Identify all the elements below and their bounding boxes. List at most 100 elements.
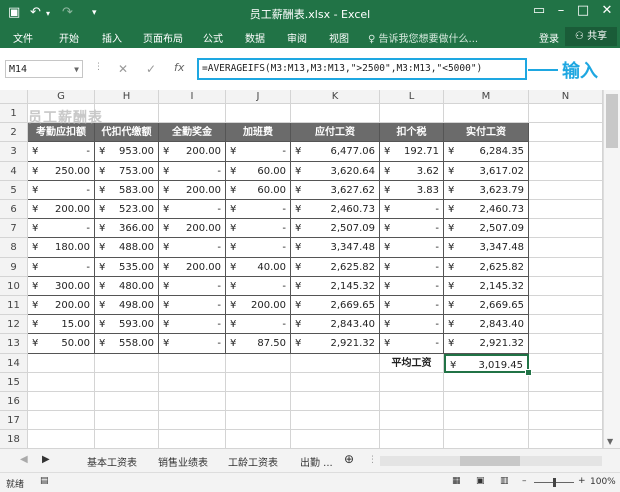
scroll-tabs-right-icon[interactable]: ▶ <box>42 454 50 465</box>
data-cell[interactable]: ¥535.00 <box>95 257 159 277</box>
data-cell[interactable]: ¥3.83 <box>380 180 444 200</box>
cell-m15[interactable] <box>444 372 529 392</box>
sheet-tab-sales[interactable]: 销售业绩表 <box>158 454 208 469</box>
data-cell[interactable]: ¥300.00 <box>28 276 95 296</box>
row-header-2[interactable]: 2 <box>0 123 28 143</box>
data-cell[interactable]: ¥15.00 <box>28 315 95 335</box>
cell-n7[interactable] <box>529 219 603 239</box>
row-header-9[interactable]: 9 <box>0 257 28 277</box>
data-cell[interactable]: ¥2,843.40 <box>444 315 529 335</box>
data-cell[interactable]: ¥ - <box>380 334 444 354</box>
data-cell[interactable]: ¥3,347.48 <box>444 238 529 258</box>
data-cell[interactable]: ¥2,625.82 <box>291 257 380 277</box>
data-cell[interactable]: ¥192.71 <box>380 142 444 162</box>
data-cell[interactable]: ¥ - <box>159 315 226 335</box>
data-cell[interactable]: ¥6,477.06 <box>291 142 380 162</box>
data-cell[interactable]: ¥ - <box>380 219 444 239</box>
zoom-level[interactable]: 100% <box>590 477 616 487</box>
data-cell[interactable]: ¥2,921.32 <box>291 334 380 354</box>
data-cell[interactable]: ¥2,145.32 <box>291 276 380 296</box>
row-header-6[interactable]: 6 <box>0 200 28 220</box>
cancel-icon[interactable]: ✕ <box>118 62 128 76</box>
data-cell[interactable]: ¥ - <box>159 200 226 220</box>
cell-h17[interactable] <box>95 411 159 431</box>
column-header-n[interactable]: N <box>529 90 603 104</box>
data-cell[interactable]: ¥366.00 <box>95 219 159 239</box>
row-header-11[interactable]: 11 <box>0 296 28 316</box>
cell-n13[interactable] <box>529 334 603 354</box>
normal-view-icon[interactable]: ▦ <box>452 476 461 486</box>
data-cell[interactable]: ¥498.00 <box>95 296 159 316</box>
data-cell[interactable]: ¥2,507.09 <box>291 219 380 239</box>
data-cell[interactable]: ¥ - <box>226 219 291 239</box>
cell-n16[interactable] <box>529 392 603 412</box>
data-cell[interactable]: ¥ - <box>380 257 444 277</box>
data-cell[interactable]: ¥200.00 <box>28 200 95 220</box>
close-icon[interactable]: ✕ <box>596 3 618 21</box>
tab-file[interactable]: 文件 <box>13 30 33 45</box>
data-cell[interactable]: ¥523.00 <box>95 200 159 220</box>
header-cell[interactable]: 代扣代缴额 <box>95 123 159 143</box>
cell-j15[interactable] <box>226 372 291 392</box>
data-cell[interactable]: ¥60.00 <box>226 180 291 200</box>
data-cell[interactable]: ¥200.00 <box>159 180 226 200</box>
row-header-13[interactable]: 13 <box>0 334 28 354</box>
data-cell[interactable]: ¥ - <box>159 161 226 181</box>
ribbon-options-icon[interactable]: ▭ <box>528 3 550 21</box>
cell-m1[interactable] <box>444 104 529 124</box>
header-cell[interactable]: 实付工资 <box>444 123 529 143</box>
cell-m16[interactable] <box>444 392 529 412</box>
cell-k17[interactable] <box>291 411 380 431</box>
fill-handle[interactable] <box>525 368 532 376</box>
row-header-18[interactable]: 18 <box>0 430 28 450</box>
cell-l18[interactable] <box>380 430 444 450</box>
data-cell[interactable]: ¥3.62 <box>380 161 444 181</box>
header-cell[interactable]: 加班费 <box>226 123 291 143</box>
data-cell[interactable]: ¥953.00 <box>95 142 159 162</box>
cell-j14[interactable] <box>226 353 291 373</box>
data-cell[interactable]: ¥200.00 <box>159 142 226 162</box>
data-cell[interactable]: ¥480.00 <box>95 276 159 296</box>
zoom-slider-thumb[interactable] <box>553 478 556 487</box>
cell-k14[interactable] <box>291 353 380 373</box>
tab-split-handle-icon[interactable]: ⋮ <box>368 455 377 465</box>
cell-k1[interactable] <box>291 104 380 124</box>
data-cell[interactable]: ¥488.00 <box>95 238 159 258</box>
share-button[interactable]: ⚇ 共享 <box>565 27 617 46</box>
data-cell[interactable]: ¥3,623.79 <box>444 180 529 200</box>
data-cell[interactable]: ¥2,921.32 <box>444 334 529 354</box>
tab-formulas[interactable]: 公式 <box>203 30 223 45</box>
tab-view[interactable]: 视图 <box>329 30 349 45</box>
tab-home[interactable]: 开始 <box>59 30 79 45</box>
data-cell[interactable]: ¥ - <box>159 334 226 354</box>
row-header-5[interactable]: 5 <box>0 180 28 200</box>
tab-review[interactable]: 审阅 <box>287 30 307 45</box>
cell-n10[interactable] <box>529 276 603 296</box>
data-cell[interactable]: ¥ - <box>159 238 226 258</box>
data-cell[interactable]: ¥3,347.48 <box>291 238 380 258</box>
cell-h16[interactable] <box>95 392 159 412</box>
scrollbar-thumb[interactable] <box>606 94 618 148</box>
data-cell[interactable]: ¥2,669.65 <box>444 296 529 316</box>
sheet-tab-basic-salary[interactable]: 基本工资表 <box>87 454 137 469</box>
zoom-in-icon[interactable]: + <box>578 476 586 486</box>
name-box[interactable]: M14 ▼ <box>5 60 83 78</box>
data-cell[interactable]: ¥ - <box>159 296 226 316</box>
scroll-tabs-left-icon[interactable]: ◀ <box>20 454 28 465</box>
data-cell[interactable]: ¥558.00 <box>95 334 159 354</box>
row-header-14[interactable]: 14 <box>0 353 28 373</box>
avg-label-cell[interactable]: 平均工资 <box>380 353 444 373</box>
cell-n17[interactable] <box>529 411 603 431</box>
data-cell[interactable]: ¥ - <box>226 276 291 296</box>
cell-m18[interactable] <box>444 430 529 450</box>
data-cell[interactable]: ¥ - <box>226 315 291 335</box>
cell-j16[interactable] <box>226 392 291 412</box>
cell-n6[interactable] <box>529 200 603 220</box>
data-cell[interactable]: ¥2,625.82 <box>444 257 529 277</box>
cell-j18[interactable] <box>226 430 291 450</box>
row-header-7[interactable]: 7 <box>0 219 28 239</box>
cell-k15[interactable] <box>291 372 380 392</box>
cell-n15[interactable] <box>529 372 603 392</box>
data-cell[interactable]: ¥ - <box>226 200 291 220</box>
scroll-down-icon[interactable]: ▼ <box>607 437 613 446</box>
